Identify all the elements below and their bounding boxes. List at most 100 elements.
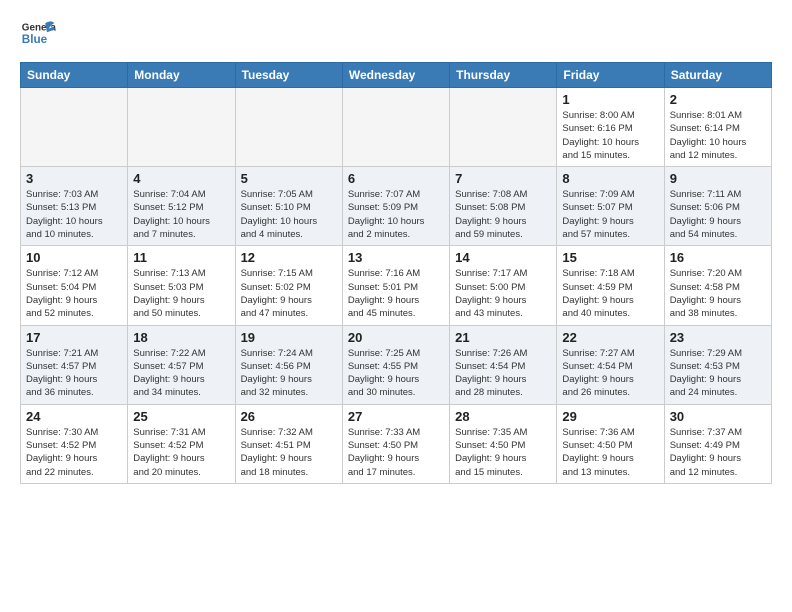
day-info: Sunrise: 7:09 AMSunset: 5:07 PMDaylight:… [562, 188, 658, 241]
calendar-week-row: 24 Sunrise: 7:30 AMSunset: 4:52 PMDayligh… [21, 404, 772, 483]
day-info: Sunrise: 7:12 AMSunset: 5:04 PMDaylight:… [26, 267, 122, 320]
calendar-cell: 22 Sunrise: 7:27 AMSunset: 4:54 PMDayligh… [557, 325, 664, 404]
day-info: Sunrise: 7:36 AMSunset: 4:50 PMDaylight:… [562, 426, 658, 479]
calendar-week-row: 3 Sunrise: 7:03 AMSunset: 5:13 PMDaylight… [21, 167, 772, 246]
weekday-header: Monday [128, 63, 235, 88]
calendar-week-row: 10 Sunrise: 7:12 AMSunset: 5:04 PMDayligh… [21, 246, 772, 325]
day-info: Sunrise: 7:13 AMSunset: 5:03 PMDaylight:… [133, 267, 229, 320]
calendar-cell: 24 Sunrise: 7:30 AMSunset: 4:52 PMDayligh… [21, 404, 128, 483]
svg-text:Blue: Blue [22, 33, 48, 46]
calendar-cell: 20Sunrise: 7:25 AMSunset: 4:55 PMDayligh… [342, 325, 449, 404]
calendar-cell: 16Sunrise: 7:20 AMSunset: 4:58 PMDayligh… [664, 246, 771, 325]
day-info: Sunrise: 7:30 AMSunset: 4:52 PMDaylight:… [26, 426, 122, 479]
calendar-cell: 1 Sunrise: 8:00 AMSunset: 6:16 PMDaylight… [557, 88, 664, 167]
day-info: Sunrise: 7:03 AMSunset: 5:13 PMDaylight:… [26, 188, 122, 241]
day-info: Sunrise: 7:05 AMSunset: 5:10 PMDaylight:… [241, 188, 337, 241]
day-number: 22 [562, 330, 658, 345]
weekday-header: Friday [557, 63, 664, 88]
header: General Blue [20, 16, 772, 52]
calendar-cell: 23Sunrise: 7:29 AMSunset: 4:53 PMDayligh… [664, 325, 771, 404]
calendar-cell: 3 Sunrise: 7:03 AMSunset: 5:13 PMDaylight… [21, 167, 128, 246]
day-number: 23 [670, 330, 766, 345]
day-number: 16 [670, 250, 766, 265]
calendar-cell: 30 Sunrise: 7:37 AMSunset: 4:49 PMDayligh… [664, 404, 771, 483]
day-number: 17 [26, 330, 122, 345]
day-info: Sunrise: 7:27 AMSunset: 4:54 PMDaylight:… [562, 347, 658, 400]
day-number: 5 [241, 171, 337, 186]
day-number: 27 [348, 409, 444, 424]
day-info: Sunrise: 7:11 AMSunset: 5:06 PMDaylight:… [670, 188, 766, 241]
day-number: 18 [133, 330, 229, 345]
day-number: 15 [562, 250, 658, 265]
calendar-cell: 6Sunrise: 7:07 AMSunset: 5:09 PMDaylight… [342, 167, 449, 246]
calendar-cell: 2 Sunrise: 8:01 AMSunset: 6:14 PMDaylight… [664, 88, 771, 167]
calendar-cell: 27 Sunrise: 7:33 AMSunset: 4:50 PMDayligh… [342, 404, 449, 483]
day-number: 1 [562, 92, 658, 107]
weekday-header: Thursday [450, 63, 557, 88]
day-info: Sunrise: 7:16 AMSunset: 5:01 PMDaylight:… [348, 267, 444, 320]
day-info: Sunrise: 7:15 AMSunset: 5:02 PMDaylight:… [241, 267, 337, 320]
day-info: Sunrise: 7:18 AMSunset: 4:59 PMDaylight:… [562, 267, 658, 320]
calendar-cell [450, 88, 557, 167]
calendar-cell: 10 Sunrise: 7:12 AMSunset: 5:04 PMDayligh… [21, 246, 128, 325]
day-number: 8 [562, 171, 658, 186]
day-number: 2 [670, 92, 766, 107]
day-number: 12 [241, 250, 337, 265]
calendar-cell: 9Sunrise: 7:11 AMSunset: 5:06 PMDaylight… [664, 167, 771, 246]
day-number: 30 [670, 409, 766, 424]
day-number: 6 [348, 171, 444, 186]
weekday-header: Sunday [21, 63, 128, 88]
day-number: 29 [562, 409, 658, 424]
day-info: Sunrise: 8:00 AMSunset: 6:16 PMDaylight:… [562, 109, 658, 162]
page: General Blue SundayMondayTuesdayWednesda… [0, 0, 792, 494]
day-info: Sunrise: 7:21 AMSunset: 4:57 PMDaylight:… [26, 347, 122, 400]
calendar-cell: 8 Sunrise: 7:09 AMSunset: 5:07 PMDaylight… [557, 167, 664, 246]
day-number: 10 [26, 250, 122, 265]
calendar-cell [21, 88, 128, 167]
day-number: 25 [133, 409, 229, 424]
day-number: 14 [455, 250, 551, 265]
calendar-cell: 25 Sunrise: 7:31 AMSunset: 4:52 PMDayligh… [128, 404, 235, 483]
day-number: 28 [455, 409, 551, 424]
day-info: Sunrise: 7:22 AMSunset: 4:57 PMDaylight:… [133, 347, 229, 400]
calendar-cell: 13 Sunrise: 7:16 AMSunset: 5:01 PMDayligh… [342, 246, 449, 325]
day-number: 21 [455, 330, 551, 345]
day-info: Sunrise: 7:26 AMSunset: 4:54 PMDaylight:… [455, 347, 551, 400]
calendar-week-row: 1 Sunrise: 8:00 AMSunset: 6:16 PMDaylight… [21, 88, 772, 167]
calendar-cell: 21 Sunrise: 7:26 AMSunset: 4:54 PMDayligh… [450, 325, 557, 404]
logo: General Blue [20, 16, 58, 52]
day-number: 7 [455, 171, 551, 186]
calendar-cell: 18 Sunrise: 7:22 AMSunset: 4:57 PMDayligh… [128, 325, 235, 404]
day-info: Sunrise: 7:17 AMSunset: 5:00 PMDaylight:… [455, 267, 551, 320]
day-info: Sunrise: 7:25 AMSunset: 4:55 PMDaylight:… [348, 347, 444, 400]
day-info: Sunrise: 7:31 AMSunset: 4:52 PMDaylight:… [133, 426, 229, 479]
day-info: Sunrise: 7:37 AMSunset: 4:49 PMDaylight:… [670, 426, 766, 479]
day-info: Sunrise: 7:24 AMSunset: 4:56 PMDaylight:… [241, 347, 337, 400]
calendar-cell: 5 Sunrise: 7:05 AMSunset: 5:10 PMDaylight… [235, 167, 342, 246]
day-number: 11 [133, 250, 229, 265]
calendar-cell: 7 Sunrise: 7:08 AMSunset: 5:08 PMDaylight… [450, 167, 557, 246]
day-info: Sunrise: 8:01 AMSunset: 6:14 PMDaylight:… [670, 109, 766, 162]
weekday-header: Wednesday [342, 63, 449, 88]
calendar-cell: 4Sunrise: 7:04 AMSunset: 5:12 PMDaylight… [128, 167, 235, 246]
weekday-header: Saturday [664, 63, 771, 88]
calendar-week-row: 17 Sunrise: 7:21 AMSunset: 4:57 PMDayligh… [21, 325, 772, 404]
calendar-cell: 14 Sunrise: 7:17 AMSunset: 5:00 PMDayligh… [450, 246, 557, 325]
day-number: 3 [26, 171, 122, 186]
calendar-cell: 29 Sunrise: 7:36 AMSunset: 4:50 PMDayligh… [557, 404, 664, 483]
day-info: Sunrise: 7:08 AMSunset: 5:08 PMDaylight:… [455, 188, 551, 241]
calendar-cell: 26Sunrise: 7:32 AMSunset: 4:51 PMDayligh… [235, 404, 342, 483]
day-info: Sunrise: 7:33 AMSunset: 4:50 PMDaylight:… [348, 426, 444, 479]
calendar-cell: 17 Sunrise: 7:21 AMSunset: 4:57 PMDayligh… [21, 325, 128, 404]
logo-icon: General Blue [20, 16, 56, 52]
calendar-cell: 19Sunrise: 7:24 AMSunset: 4:56 PMDayligh… [235, 325, 342, 404]
calendar-cell: 15 Sunrise: 7:18 AMSunset: 4:59 PMDayligh… [557, 246, 664, 325]
weekday-header-row: SundayMondayTuesdayWednesdayThursdayFrid… [21, 63, 772, 88]
day-number: 4 [133, 171, 229, 186]
calendar-cell: 12 Sunrise: 7:15 AMSunset: 5:02 PMDayligh… [235, 246, 342, 325]
calendar-cell [235, 88, 342, 167]
day-info: Sunrise: 7:35 AMSunset: 4:50 PMDaylight:… [455, 426, 551, 479]
day-number: 24 [26, 409, 122, 424]
day-number: 13 [348, 250, 444, 265]
calendar: SundayMondayTuesdayWednesdayThursdayFrid… [20, 62, 772, 484]
